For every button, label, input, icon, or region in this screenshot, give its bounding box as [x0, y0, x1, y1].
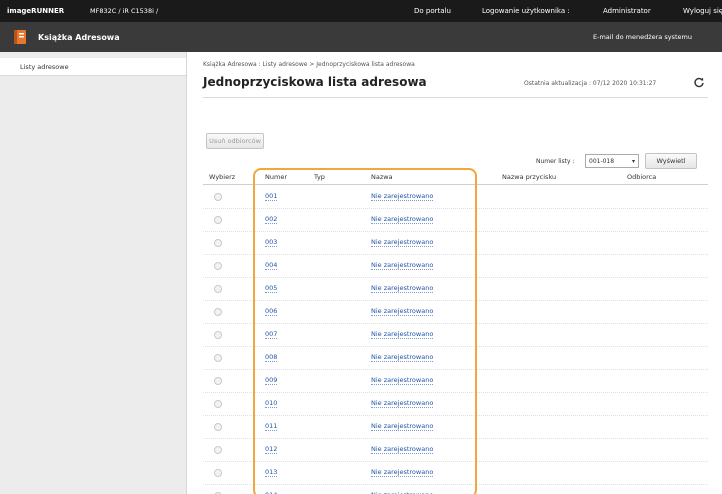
list-number-value: 001-018	[589, 158, 615, 165]
row-name-link[interactable]: Nie zarejestrowano	[371, 353, 434, 362]
email-admin-link[interactable]: E-mail do menedżera systemu	[593, 33, 692, 41]
table-row: 010 Nie zarejestrowano	[203, 393, 708, 416]
row-select-radio[interactable]	[214, 423, 222, 431]
refresh-icon[interactable]	[693, 76, 705, 88]
row-select-radio[interactable]	[214, 285, 222, 293]
row-select-radio[interactable]	[214, 354, 222, 362]
column-type: Typ	[314, 173, 325, 181]
row-name-link[interactable]: Nie zarejestrowano	[371, 330, 434, 339]
show-button[interactable]: Wyświetl	[645, 153, 697, 169]
sidebar: Listy adresowe	[0, 52, 187, 494]
table-row: 012 Nie zarejestrowano	[203, 439, 708, 462]
table-row: 014Nie zarejestrowano	[203, 485, 708, 494]
row-number-link[interactable]: 005	[265, 284, 278, 293]
column-recipient: Odbiorca	[627, 173, 657, 181]
row-name-link[interactable]: Nie zarejestrowano	[371, 238, 434, 247]
row-name-link[interactable]: Nie zarejestrowano	[371, 376, 434, 385]
sidebar-item-address-lists[interactable]: Listy adresowe	[0, 58, 186, 76]
list-number-select[interactable]: 001-018 ▾	[585, 154, 639, 168]
row-select-radio[interactable]	[214, 239, 222, 247]
table-row: 007 Nie zarejestrowano	[203, 324, 708, 347]
chevron-down-icon: ▾	[631, 158, 635, 165]
remove-recipients-button[interactable]: Usuń odbiorców	[206, 133, 264, 149]
row-name-link[interactable]: Nie zarejestrowano	[371, 445, 434, 454]
row-number-link[interactable]: 007	[265, 330, 278, 339]
table-row: 011 Nie zarejestrowano	[203, 416, 708, 439]
column-key-name: Nazwa przycisku	[502, 173, 557, 181]
logout-link[interactable]: Wyloguj się	[683, 7, 722, 15]
row-number-link[interactable]: 006	[265, 307, 278, 316]
list-number-label: Numer listy :	[536, 158, 575, 165]
row-select-radio[interactable]	[214, 331, 222, 339]
column-name: Nazwa	[371, 173, 393, 181]
row-name-link[interactable]: Nie zarejestrowano	[371, 215, 434, 224]
row-number-link[interactable]: 002	[265, 215, 278, 224]
row-number-link[interactable]: 010	[265, 399, 278, 408]
model-name: MF832C / iR C1538i /	[90, 7, 159, 15]
row-name-link[interactable]: Nie zarejestrowano	[371, 422, 434, 431]
table-row: 009 Nie zarejestrowano	[203, 370, 708, 393]
page-title: Jednoprzyciskowa lista adresowa	[203, 75, 427, 89]
row-name-link[interactable]: Nie zarejestrowano	[371, 261, 434, 270]
portal-link[interactable]: Do portalu	[414, 7, 451, 15]
row-select-radio[interactable]	[214, 216, 222, 224]
column-number: Numer	[265, 173, 287, 181]
row-name-link[interactable]: Nie zarejestrowano	[371, 192, 434, 201]
row-number-link[interactable]: 001	[265, 192, 278, 201]
table-row: 002 Nie zarejestrowano	[203, 209, 708, 232]
table-row: 001 Nie zarejestrowano	[203, 186, 708, 209]
app-header: Książka Adresowa E-mail do menedżera sys…	[0, 22, 722, 52]
admin-username: Administrator	[603, 7, 651, 15]
table-row: 008 Nie zarejestrowano	[203, 347, 708, 370]
row-select-radio[interactable]	[214, 400, 222, 408]
row-name-link[interactable]: Nie zarejestrowano	[371, 307, 434, 316]
row-name-link[interactable]: Nie zarejestrowano	[371, 284, 434, 293]
row-number-link[interactable]: 011	[265, 422, 278, 431]
breadcrumb: Książka Adresowa : Listy adresowe > Jedn…	[203, 61, 415, 68]
title-divider	[203, 97, 708, 98]
app-title: Książka Adresowa	[38, 33, 120, 42]
row-select-radio[interactable]	[214, 262, 222, 270]
row-number-link[interactable]: 013	[265, 468, 278, 477]
row-name-link[interactable]: Nie zarejestrowano	[371, 399, 434, 408]
row-select-radio[interactable]	[214, 193, 222, 201]
table-row: 006 Nie zarejestrowano	[203, 301, 708, 324]
row-select-radio[interactable]	[214, 377, 222, 385]
row-number-link[interactable]: 004	[265, 261, 278, 270]
top-bar: imageRUNNER MF832C / iR C1538i / Do port…	[0, 0, 722, 22]
product-name: imageRUNNER	[7, 7, 65, 15]
row-number-link[interactable]: 003	[265, 238, 278, 247]
row-select-radio[interactable]	[214, 446, 222, 454]
table-row: 013 Nie zarejestrowano	[203, 462, 708, 485]
table-row: 005 Nie zarejestrowano	[203, 278, 708, 301]
row-number-link[interactable]: 008	[265, 353, 278, 362]
column-select: Wybierz	[209, 173, 236, 181]
row-name-link[interactable]: Nie zarejestrowano	[371, 468, 434, 477]
last-update: Ostatnia aktualizacja : 07/12 2020 10:31…	[524, 80, 657, 87]
row-select-radio[interactable]	[214, 308, 222, 316]
login-user-label: Logowanie użytkownika :	[482, 7, 570, 15]
row-number-link[interactable]: 012	[265, 445, 278, 454]
row-select-radio[interactable]	[214, 469, 222, 477]
table-row: 003 Nie zarejestrowano	[203, 232, 708, 255]
address-book-icon	[14, 30, 26, 44]
table-row: 004 Nie zarejestrowano	[203, 255, 708, 278]
row-number-link[interactable]: 009	[265, 376, 278, 385]
table-header: Wybierz Numer Typ Nazwa Nazwa przycisku …	[203, 171, 708, 185]
